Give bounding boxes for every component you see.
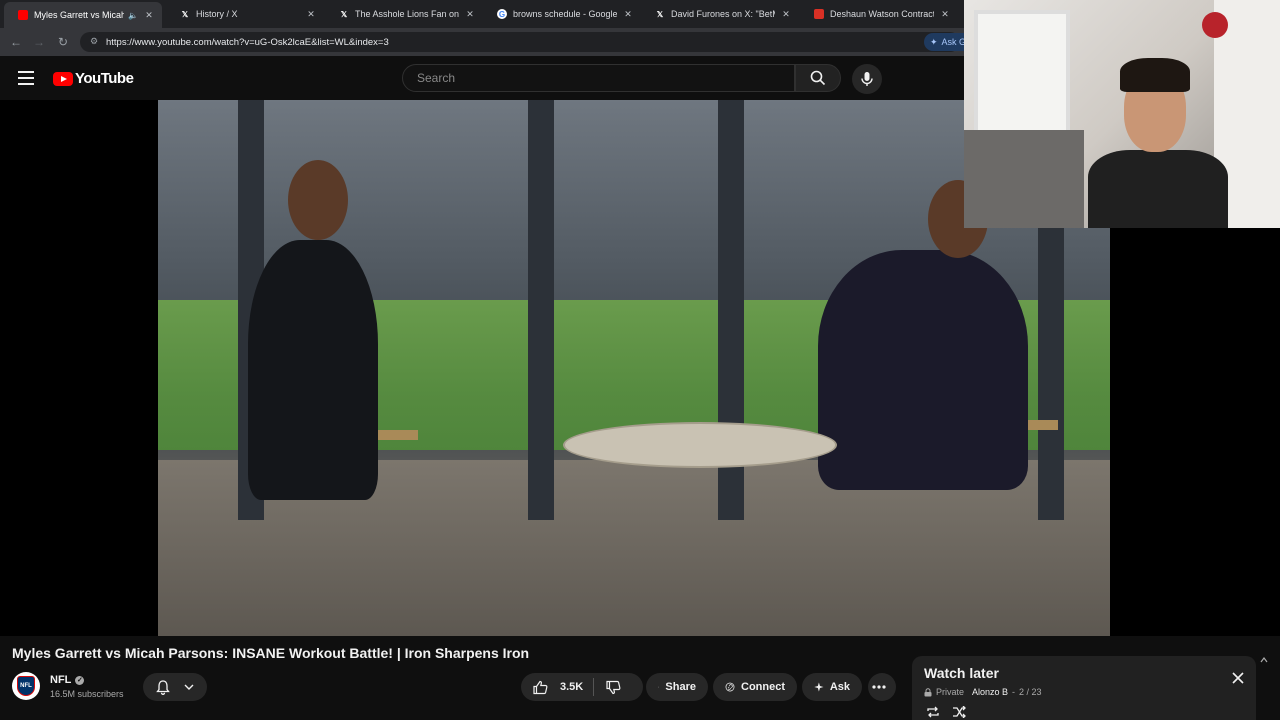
webcam-couch (964, 130, 1084, 228)
ask-label: Ask (829, 681, 850, 693)
loop-icon[interactable] (926, 706, 940, 718)
webcam-cap (1202, 12, 1228, 38)
playlist-title[interactable]: Watch later (924, 665, 999, 681)
share-label: Share (665, 681, 696, 693)
playlist-meta: Private Alonzo B - 2 / 23 (924, 687, 1042, 697)
channel-avatar[interactable]: NFL (12, 672, 40, 700)
youtube-play-icon (53, 71, 73, 86)
x-icon: 𝕏 (181, 9, 189, 19)
frame-table (563, 422, 837, 468)
logo-text: YouTube (75, 70, 134, 87)
close-icon[interactable]: ✕ (306, 9, 316, 20)
bell-icon (156, 679, 170, 695)
browser-tab-browns-schedule[interactable]: G browns schedule - Google Sear ✕ (483, 4, 641, 24)
x-icon: 𝕏 (340, 9, 348, 19)
playlist-position: 2 / 23 (1019, 687, 1042, 697)
meta-separator: - (1012, 687, 1016, 697)
webcam-hair (1120, 58, 1190, 92)
tab-title: Deshaun Watson Contract, Sala (830, 9, 934, 19)
ask-button[interactable]: Ask (802, 673, 862, 701)
streamer-webcam-overlay (964, 0, 1280, 228)
video-title: Myles Garrett vs Micah Parsons: INSANE W… (12, 645, 530, 661)
search-input[interactable]: Search (402, 64, 795, 92)
lock-icon (924, 687, 932, 696)
url-text: https://www.youtube.com/watch?v=uG-Osk2l… (106, 36, 389, 48)
sparkle-icon: ✦ (930, 36, 938, 47)
tab-title: The Asshole Lions Fan on X: "ht (355, 9, 459, 19)
like-count: 3.5K (560, 681, 584, 693)
site-info-icon[interactable]: ⚙ (88, 36, 100, 48)
verified-icon: ✓ (75, 675, 85, 685)
tab-title: David Furones on X: "BetMGM (671, 9, 775, 19)
scroll-up-arrow-icon[interactable] (1260, 656, 1268, 720)
youtube-logo[interactable]: YouTube (53, 70, 134, 87)
search-icon (810, 70, 826, 86)
search-button[interactable] (795, 64, 841, 92)
ask-google-label: Ask G (941, 37, 967, 47)
browser-tab-lions-fan[interactable]: 𝕏 The Asshole Lions Fan on X: "ht ✕ (325, 4, 483, 24)
frame-person-right (818, 250, 1028, 490)
frame-head-left (288, 160, 348, 240)
dislike-button[interactable] (594, 673, 637, 701)
like-button[interactable]: 3.5K (521, 673, 593, 701)
chevron-down-icon (184, 684, 194, 690)
google-icon: G (497, 9, 507, 19)
subscriber-count: 16.5M subscribers (50, 689, 124, 699)
browser-tab-youtube[interactable]: Myles Garrett vs Micah Pars 🔈 ✕ (4, 2, 162, 28)
reload-icon[interactable]: ↻ (55, 34, 71, 50)
tab-title: History / X (196, 9, 238, 19)
sparkle-icon (814, 682, 824, 692)
share-button[interactable]: Share (646, 673, 708, 701)
thumbs-down-icon (606, 680, 621, 694)
close-icon[interactable] (1230, 670, 1246, 686)
webcam-body (1088, 150, 1228, 228)
like-dislike-group: 3.5K (521, 673, 643, 701)
web-icon (814, 9, 824, 19)
nfl-logo: NFL (17, 676, 35, 696)
privacy-label: Private (936, 687, 965, 697)
speaker-icon[interactable]: 🔈 (128, 10, 138, 20)
tab-title: Myles Garrett vs Micah Pars (34, 10, 124, 20)
menu-icon[interactable] (18, 71, 34, 85)
subscription-notification-button[interactable] (143, 673, 207, 701)
close-icon[interactable]: ✕ (465, 9, 475, 20)
voice-search-button[interactable] (852, 64, 882, 94)
connect-icon (725, 682, 735, 692)
playlist-actions (926, 706, 966, 718)
close-icon[interactable]: ✕ (781, 9, 791, 20)
browser-tab-david-furones[interactable]: 𝕏 David Furones on X: "BetMGM ✕ (641, 4, 799, 24)
close-icon[interactable]: ✕ (623, 9, 633, 20)
channel-name-row[interactable]: NFL ✓ (50, 674, 85, 686)
tab-title: browns schedule - Google Sear (513, 9, 617, 19)
url-field[interactable]: ⚙ https://www.youtube.com/watch?v=uG-Osk… (80, 32, 960, 52)
webcam-window (974, 10, 1070, 140)
frame-rack (528, 100, 554, 520)
close-icon[interactable]: ✕ (144, 10, 154, 21)
shuffle-icon[interactable] (952, 706, 966, 718)
youtube-icon (18, 10, 28, 20)
forward-icon[interactable]: → (31, 34, 47, 50)
share-icon (658, 686, 660, 688)
close-icon[interactable]: ✕ (940, 9, 950, 20)
playlist-owner[interactable]: Alonzo B (972, 687, 1008, 697)
watch-later-panel: Watch later Private Alonzo B - 2 / 23 (912, 656, 1256, 720)
microphone-icon (861, 72, 873, 86)
more-horizontal-icon (872, 685, 886, 689)
connect-label: Connect (741, 681, 785, 693)
x-icon: 𝕏 (656, 9, 664, 19)
back-icon[interactable]: ← (8, 34, 24, 50)
frame-person-left (248, 240, 378, 500)
browser-tab-deshaun-watson[interactable]: Deshaun Watson Contract, Sala ✕ (800, 4, 958, 24)
channel-name: NFL (50, 674, 72, 686)
more-actions-button[interactable] (868, 673, 896, 701)
thumbs-up-icon (533, 680, 548, 694)
connect-button[interactable]: Connect (713, 673, 797, 701)
browser-tab-history[interactable]: 𝕏 History / X ✕ (166, 4, 324, 24)
